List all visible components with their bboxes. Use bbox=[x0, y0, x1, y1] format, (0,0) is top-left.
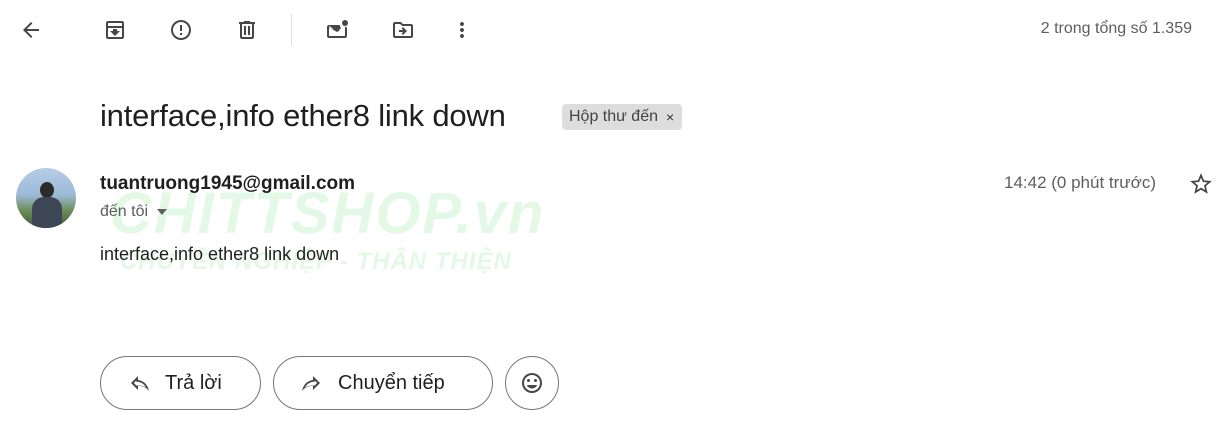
sender-email[interactable]: tuantruong1945@gmail.com bbox=[100, 173, 355, 195]
watermark: CHITTSHOP.vn CHUYÊN NGHIỆP - THÂN THIỆN bbox=[110, 180, 590, 280]
emoji-reaction-icon bbox=[522, 373, 542, 393]
mark-unread-button[interactable] bbox=[317, 10, 357, 50]
toolbar-divider bbox=[291, 14, 292, 46]
reply-label: Trả lời bbox=[165, 371, 222, 394]
chevron-down-icon bbox=[157, 209, 168, 215]
delete-button[interactable] bbox=[227, 10, 267, 50]
back-button[interactable] bbox=[11, 10, 51, 50]
email-timestamp: 14:42 (0 phút trước) bbox=[1004, 173, 1156, 192]
email-body: interface,info ether8 link down bbox=[100, 244, 340, 264]
inbox-label-chip[interactable]: Hộp thư đến × bbox=[562, 104, 683, 130]
mark-unread-icon bbox=[327, 20, 348, 38]
forward-label: Chuyển tiếp bbox=[338, 371, 445, 394]
label-chip-text: Hộp thư đến bbox=[569, 108, 658, 125]
emoji-reaction-button[interactable] bbox=[505, 356, 559, 410]
move-to-button[interactable] bbox=[383, 10, 423, 50]
more-options-button[interactable] bbox=[442, 10, 482, 50]
forward-button[interactable]: Chuyển tiếp bbox=[273, 356, 493, 410]
email-subject: interface,info ether8 link down bbox=[100, 98, 506, 133]
sender-avatar[interactable] bbox=[16, 168, 76, 228]
arrow-back-icon bbox=[23, 22, 39, 38]
pager-text: 2 trong tổng số 1.359 bbox=[1040, 20, 1192, 37]
report-spam-button[interactable] bbox=[161, 10, 201, 50]
report-spam-icon bbox=[171, 20, 191, 40]
archive-button[interactable] bbox=[95, 10, 135, 50]
move-to-folder-icon bbox=[393, 22, 413, 38]
reply-icon bbox=[131, 376, 149, 391]
recipient-details-toggle[interactable]: đến tôi bbox=[100, 203, 168, 221]
star-button[interactable] bbox=[1186, 169, 1216, 199]
remove-label-button[interactable]: × bbox=[666, 109, 674, 125]
archive-icon bbox=[106, 21, 124, 39]
delete-icon bbox=[239, 21, 255, 39]
reply-button[interactable]: Trả lời bbox=[100, 356, 261, 410]
forward-icon bbox=[302, 376, 320, 391]
more-vert-icon bbox=[460, 22, 464, 38]
star-outline-icon bbox=[1190, 173, 1212, 194]
recipient-text: đến tôi bbox=[100, 203, 149, 220]
email-view: 2 trong tổng số 1.359 interface,info eth… bbox=[0, 0, 1219, 432]
